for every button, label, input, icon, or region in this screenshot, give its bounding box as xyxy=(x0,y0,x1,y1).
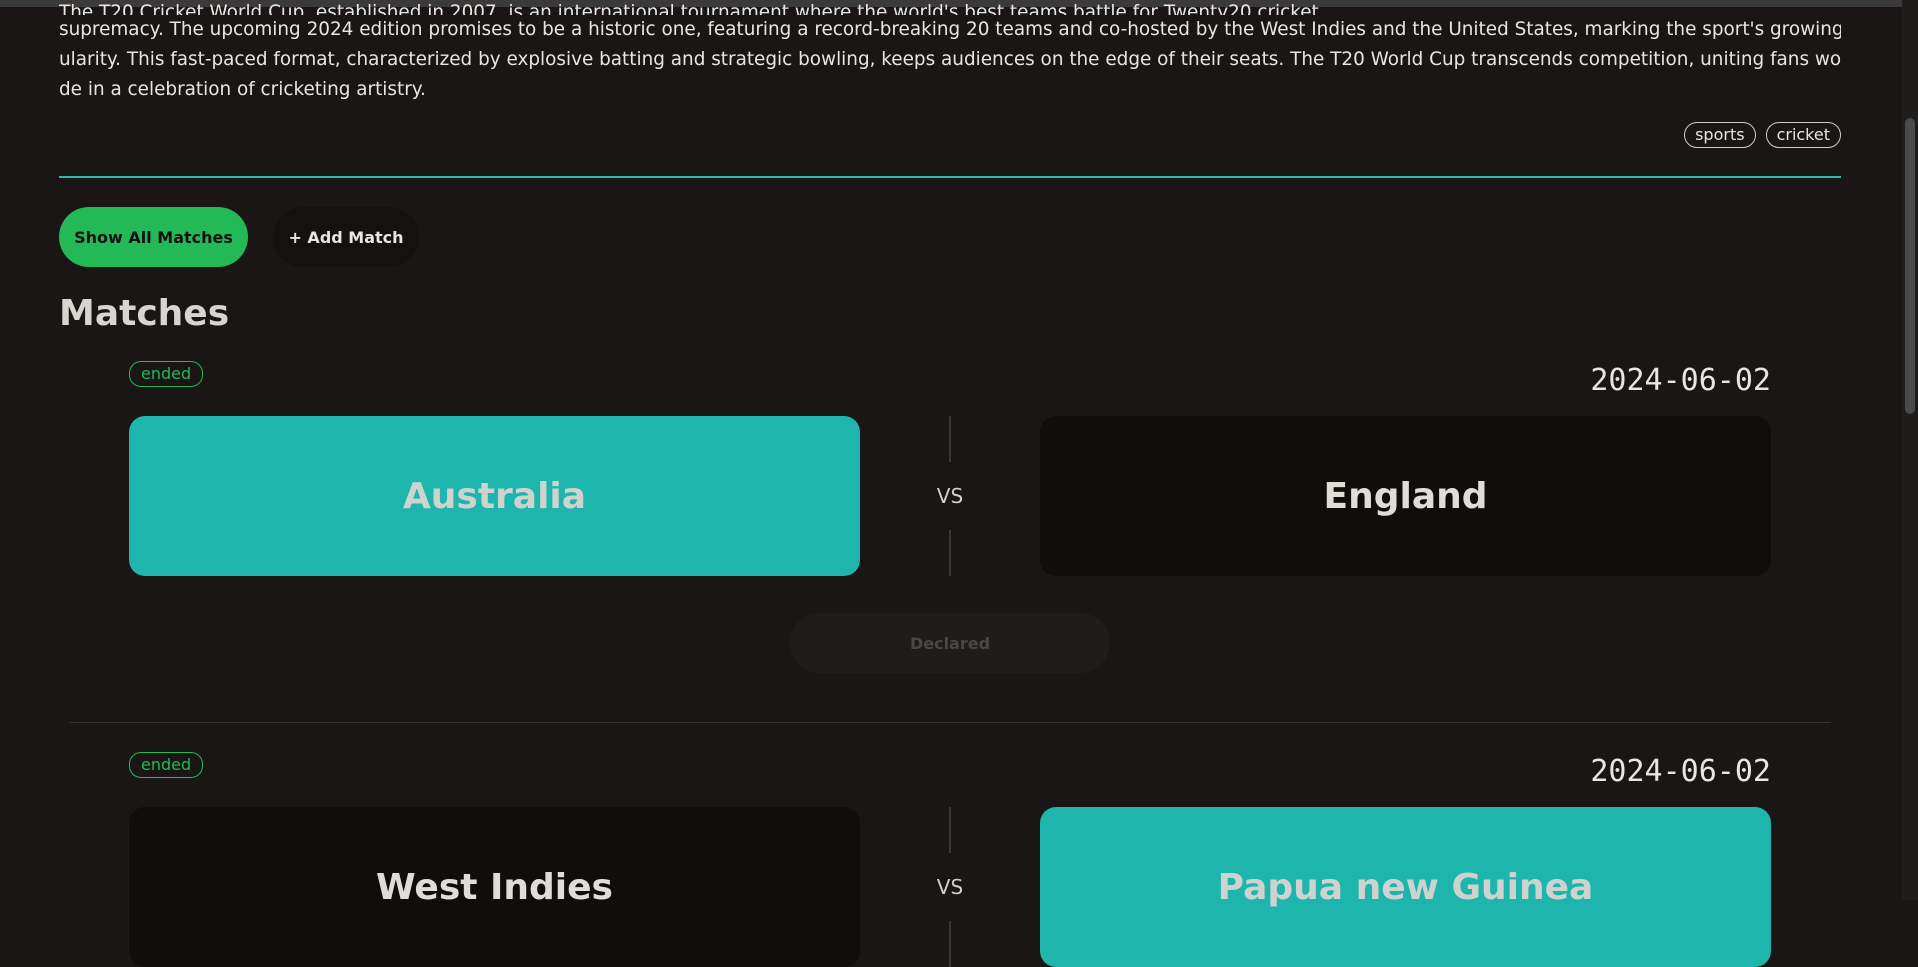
team-a-card[interactable]: West Indies xyxy=(129,807,860,967)
team-b-name: England xyxy=(1323,475,1488,517)
tag-sports[interactable]: sports xyxy=(1684,122,1756,148)
match-status-badge: ended xyxy=(129,752,204,778)
vs-line-bottom xyxy=(949,921,951,967)
team-b-name: Papua new Guinea xyxy=(1217,866,1594,908)
vs-line-top xyxy=(949,416,951,462)
vertical-scrollbar[interactable] xyxy=(1902,0,1918,900)
match-date: 2024-06-02 xyxy=(1590,754,1771,789)
versus-separator: VS xyxy=(860,416,1040,576)
match-date: 2024-06-02 xyxy=(1590,363,1771,398)
tag-list: sports cricket xyxy=(1684,122,1841,148)
team-a-name: West Indies xyxy=(376,866,613,908)
matches-heading: Matches xyxy=(59,293,230,334)
description-line: The T20 Cricket World Cup, established i… xyxy=(59,2,1319,15)
description-line: de in a celebration of cricketing artist… xyxy=(59,79,426,100)
tag-cricket[interactable]: cricket xyxy=(1765,122,1841,148)
team-a-name: Australia xyxy=(402,475,587,517)
add-match-button[interactable]: + Add Match xyxy=(273,207,419,267)
description-line: supremacy. The upcoming 2024 edition pro… xyxy=(59,19,1841,40)
tournament-description: The T20 Cricket World Cup, established i… xyxy=(59,2,1841,105)
team-b-card[interactable]: England xyxy=(1040,416,1771,576)
versus-separator: VS xyxy=(860,807,1040,967)
show-all-matches-button[interactable]: Show All Matches xyxy=(59,207,248,267)
match-status-badge: ended xyxy=(129,361,204,387)
vs-line-top xyxy=(949,807,951,853)
scrollbar-thumb[interactable] xyxy=(1905,118,1915,414)
match-separator xyxy=(69,722,1831,723)
vs-label: VS xyxy=(936,484,964,508)
description-line: ularity. This fast-paced format, charact… xyxy=(59,49,1841,70)
section-divider xyxy=(59,176,1841,178)
vs-label: VS xyxy=(936,875,964,899)
declared-button[interactable]: Declared xyxy=(790,613,1110,673)
team-a-card[interactable]: Australia xyxy=(129,416,860,576)
team-b-card[interactable]: Papua new Guinea xyxy=(1040,807,1771,967)
vs-line-bottom xyxy=(949,530,951,576)
